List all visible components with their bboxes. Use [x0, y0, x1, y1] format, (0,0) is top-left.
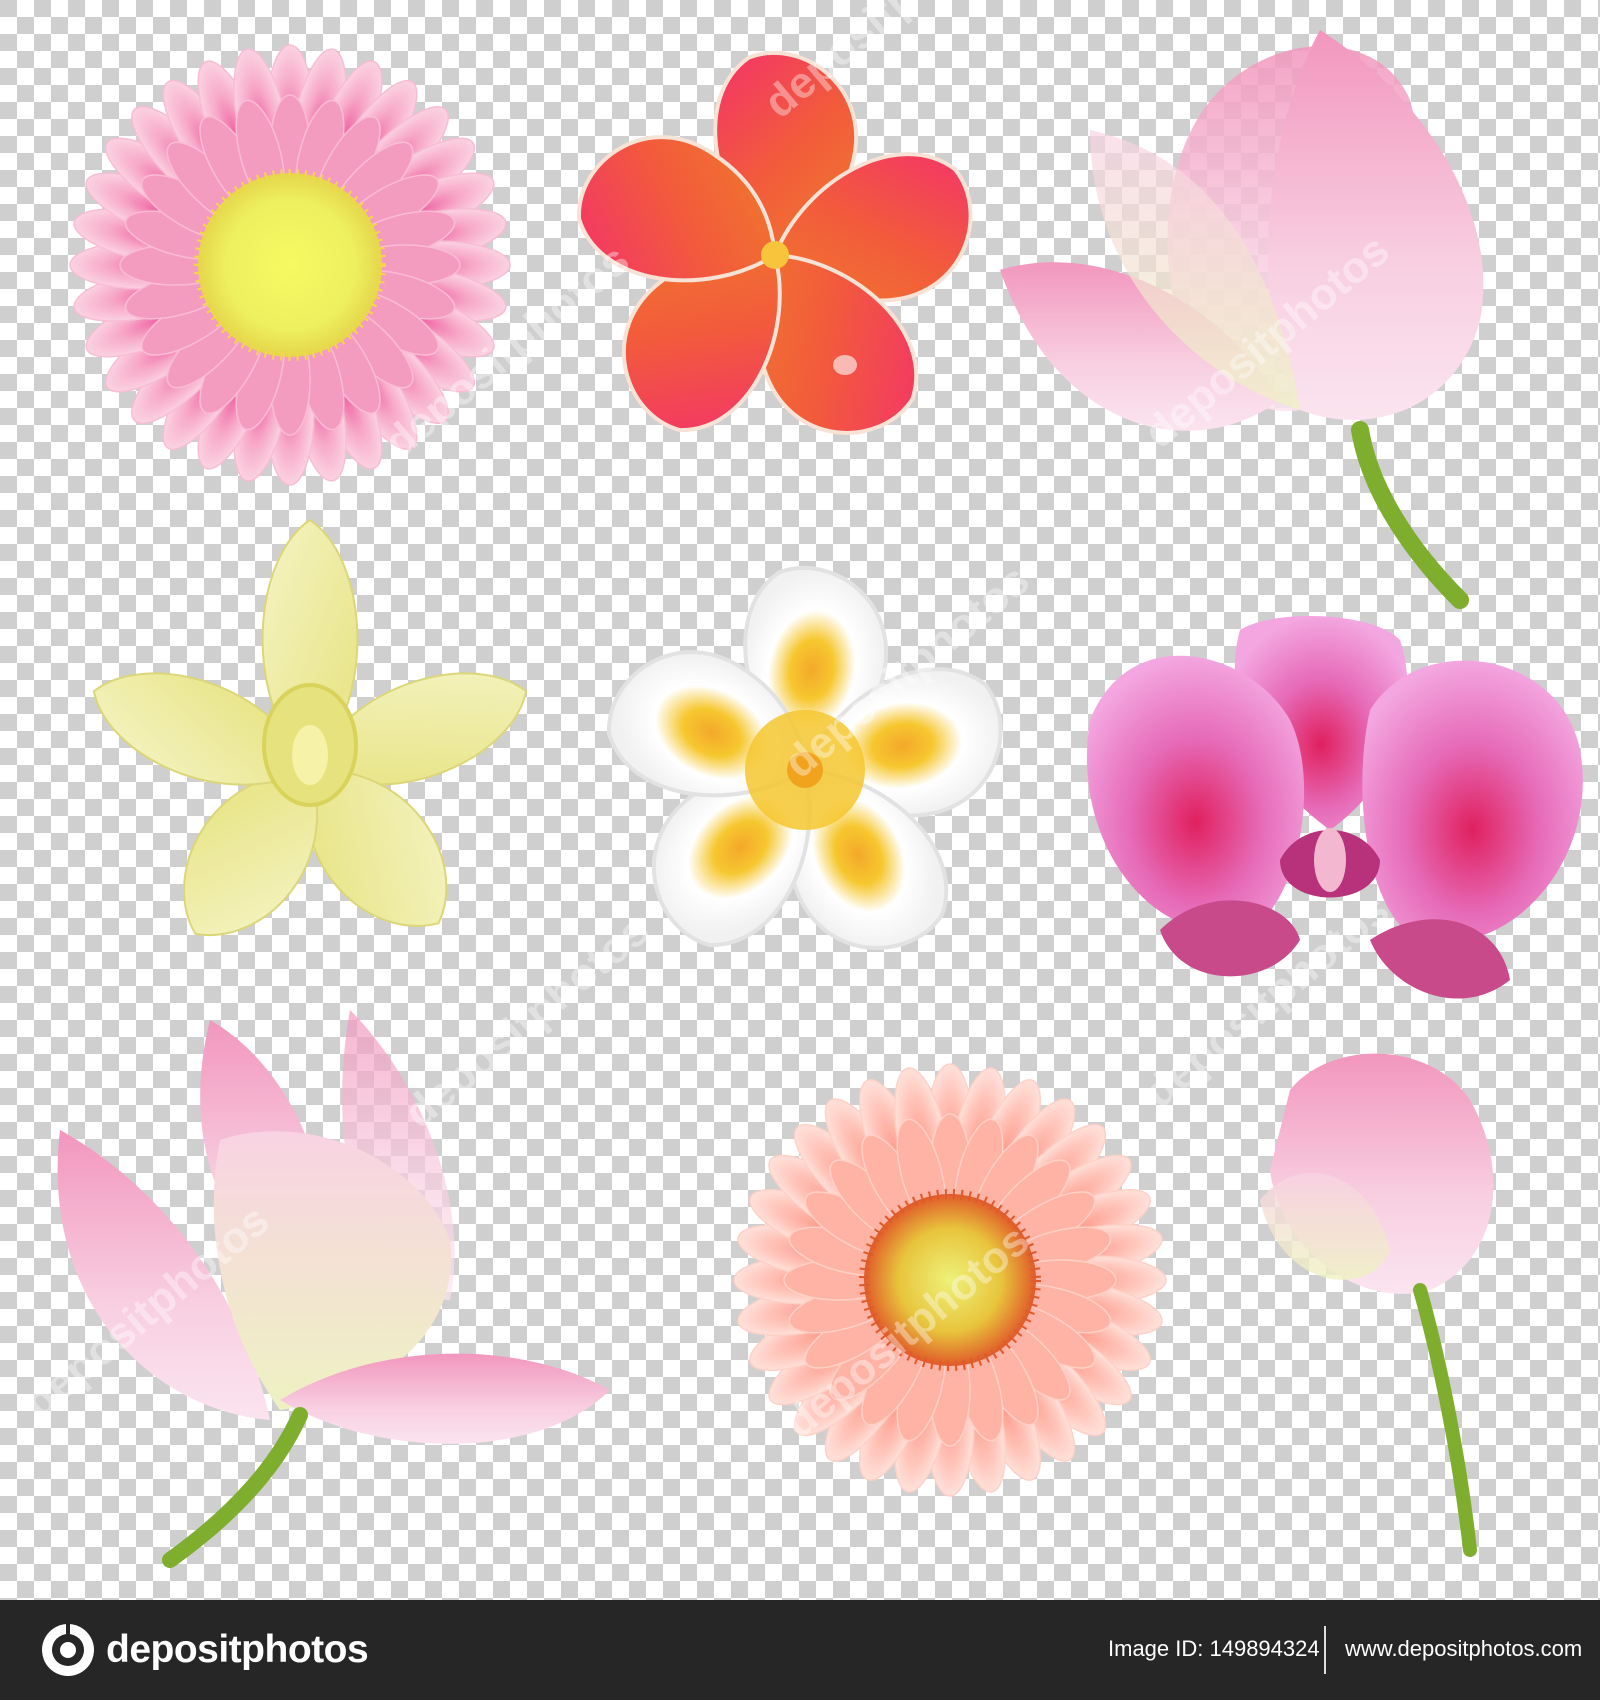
site-url-link[interactable]: www.depositphotos.com	[1345, 1636, 1582, 1662]
footer-bar: depositphotos Image ID: 149894324 www.de…	[0, 1600, 1600, 1700]
flower-artwork: depositphotos depositphotos depositphoto…	[0, 0, 1600, 1600]
footer-divider	[1324, 1626, 1326, 1674]
camera-aperture-icon	[42, 1622, 94, 1676]
image-id-label: Image ID: 149894324	[1108, 1636, 1320, 1661]
logo-text: depositphotos	[106, 1628, 369, 1671]
stock-image: depositphotos depositphotos depositphoto…	[0, 0, 1600, 1700]
depositphotos-logo[interactable]: depositphotos	[40, 1622, 369, 1678]
